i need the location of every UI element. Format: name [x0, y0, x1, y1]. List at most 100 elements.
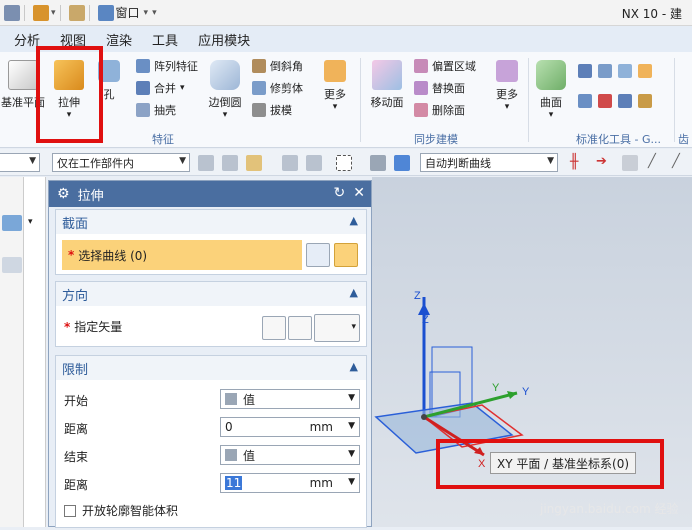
specify-vector-row[interactable]: * 指定矢量 [64, 318, 122, 335]
window-menu-label: 窗口 [115, 6, 140, 20]
edge-blend-button[interactable]: 边倒圆 ▾ [204, 60, 246, 120]
curve-rule-value: 自动判断曲线 [425, 156, 491, 170]
value-icon [225, 393, 237, 405]
std-tool-icon[interactable] [618, 94, 632, 108]
face-select-icon[interactable] [370, 155, 386, 171]
snap-icon[interactable] [198, 155, 214, 171]
sketch-section-button[interactable] [306, 243, 330, 267]
group-std-label: 标准化工具 - G... [576, 133, 661, 146]
resource-tab-icon[interactable] [2, 215, 22, 231]
offset-region-button[interactable]: 偏置区域 [414, 58, 476, 74]
open-profile-checkbox[interactable] [64, 504, 76, 517]
end-type-select[interactable]: 值 ▼ [220, 445, 360, 465]
std-tool-row-2 [578, 94, 652, 108]
std-tool-icon[interactable] [578, 94, 592, 108]
value-icon [225, 449, 237, 461]
snap-icon[interactable] [306, 155, 322, 171]
more-sync-button[interactable]: 更多 ▾ [490, 60, 524, 112]
more-sync-label: 更多 [496, 88, 518, 101]
ribbon: 基准平面 拉伸 ▾ 孔 阵列特征 合并 ▾ 抽壳 边倒圆 ▾ 倒斜角 修剪体 拔… [0, 46, 692, 162]
std-tool-icon[interactable] [638, 94, 652, 108]
limits-header[interactable]: 限制 ▲ [56, 356, 366, 380]
trim-body-button[interactable]: 修剪体 [252, 80, 303, 96]
start-distance-input[interactable]: 0 mm ▼ [220, 417, 360, 437]
chevron-down-icon[interactable]: ▾ [51, 8, 56, 18]
save-icon[interactable] [4, 4, 20, 21]
std-tool-icon[interactable] [638, 64, 652, 78]
app-title: NX 10 - 建 [621, 7, 682, 21]
chevron-down-icon: ▼ [179, 156, 186, 166]
surface-icon [536, 60, 566, 90]
chevron-down-icon[interactable]: ▾ [28, 217, 33, 227]
replace-face-button[interactable]: 替换面 [414, 80, 465, 96]
reverse-direction-button[interactable] [262, 316, 286, 340]
section-header[interactable]: 截面 ▲ [56, 210, 366, 234]
more-label: 更多 [324, 88, 346, 101]
more-feature-button[interactable]: 更多 ▾ [318, 60, 352, 112]
origin-point[interactable] [421, 414, 427, 420]
curve-button[interactable] [334, 243, 358, 267]
resource-tab-icon[interactable] [2, 257, 22, 273]
snap-icon[interactable] [622, 155, 638, 171]
window-menu[interactable]: 窗口 ▾ [97, 4, 149, 21]
box-select-icon[interactable] [336, 155, 352, 171]
delete-face-button[interactable]: 删除面 [414, 102, 465, 118]
tab-tools[interactable]: 工具 [146, 30, 192, 49]
snap-icon[interactable] [222, 155, 238, 171]
hole-label: 孔 [103, 88, 115, 101]
chamfer-button[interactable]: 倒斜角 [252, 58, 303, 74]
collapse-icon: ▲ [349, 286, 358, 299]
collapse-icon: ▲ [349, 214, 358, 227]
tab-render[interactable]: 渲染 [100, 30, 146, 49]
curve-rule-combo[interactable]: 自动判断曲线 ▼ [420, 153, 558, 172]
intersect-icon[interactable]: ╫ [570, 155, 586, 171]
reset-icon[interactable]: ↻ [334, 185, 346, 201]
chevron-down-icon: ▼ [348, 421, 355, 431]
move-face-icon [372, 60, 402, 90]
arrow-right-icon[interactable]: ➔ [596, 155, 612, 171]
vector-type-dropdown[interactable]: ▾ [314, 314, 360, 342]
scope-combo[interactable]: 仅在工作部件内 ▼ [52, 153, 190, 172]
start-type-select[interactable]: 值 ▼ [220, 389, 360, 409]
unit-label: mm [309, 420, 333, 434]
customize-arrow-icon[interactable]: ▾ [152, 8, 157, 18]
surface-button[interactable]: 曲面 ▾ [532, 60, 570, 120]
tab-application[interactable]: 应用模块 [192, 30, 264, 49]
chevron-down-icon: ▾ [504, 102, 510, 112]
unite-button[interactable]: 合并 ▾ [136, 80, 185, 96]
std-tool-icon[interactable] [578, 64, 592, 78]
book-icon[interactable] [33, 4, 49, 21]
filter-combo[interactable]: ▼ [0, 153, 40, 172]
std-tool-icon[interactable] [618, 64, 632, 78]
draft-button[interactable]: 拔模 [252, 102, 292, 118]
move-face-button[interactable]: 移动面 [366, 60, 408, 110]
point-snap-icon[interactable] [246, 155, 262, 171]
end-distance-input[interactable]: 11 mm ▼ [220, 473, 360, 493]
vector-dialog-button[interactable] [288, 316, 312, 340]
snap-icon[interactable] [282, 155, 298, 171]
shell-button[interactable]: 抽壳 [136, 102, 176, 118]
line-icon[interactable]: ╱ [672, 155, 688, 171]
open-profile-row[interactable]: 开放轮廓智能体积 [64, 502, 178, 519]
unite-label: 合并 [154, 82, 176, 95]
extrude-dialog: ⚙ 拉伸 ↻ ✕ 截面 ▲ * 选择曲线 (0) 方向 ▲ * 指定矢量 ▾ 限… [48, 180, 372, 528]
std-tool-icon[interactable] [598, 64, 612, 78]
std-tool-icon[interactable] [598, 94, 612, 108]
highlight-box-extrude [36, 46, 103, 143]
z-axis-label: Z [414, 290, 421, 302]
chamfer-icon [252, 59, 266, 73]
chevron-down-icon: ▾ [143, 7, 149, 18]
start-label: 开始 [64, 394, 89, 408]
body-select-icon[interactable] [394, 155, 410, 171]
ribbon-divider [674, 58, 675, 142]
close-icon[interactable]: ✕ [353, 185, 365, 201]
brush-icon[interactable] [68, 4, 85, 21]
window-icon [97, 4, 114, 21]
select-curve-row[interactable]: * 选择曲线 (0) [62, 240, 302, 270]
end-type-value: 值 [243, 448, 256, 463]
toolbar-divider [88, 4, 90, 21]
line-icon[interactable]: ╱ [648, 155, 664, 171]
direction-header[interactable]: 方向 ▲ [56, 282, 366, 306]
gear-icon[interactable]: ⚙ [57, 186, 70, 202]
pattern-feature-button[interactable]: 阵列特征 [136, 58, 198, 74]
